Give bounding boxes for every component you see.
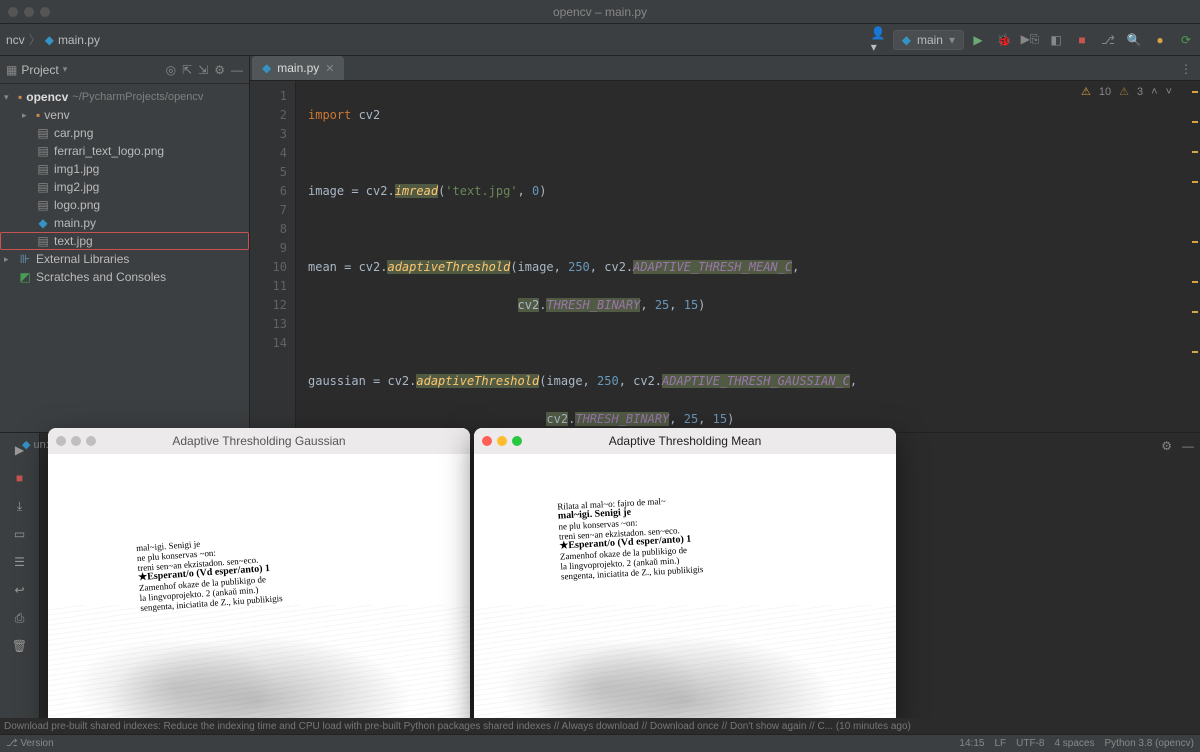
mac-traffic-lights[interactable] — [482, 436, 522, 446]
tree-file-text-jpg[interactable]: ▤ text.jpg — [0, 232, 249, 250]
tree-root[interactable]: ▾ ▪ opencv ~/PycharmProjects/opencv — [0, 88, 249, 106]
python-icon: ◆ — [22, 439, 30, 451]
python-icon: ◆ — [902, 33, 911, 47]
collapse-all-icon[interactable]: ⇱ — [182, 63, 192, 77]
cursor-position[interactable]: 14:15 — [959, 738, 984, 749]
chevron-down-icon: ▾ — [4, 92, 14, 103]
breadcrumb-file[interactable]: main.py — [58, 33, 100, 47]
vcs-icon[interactable]: ⎇ — [1100, 32, 1116, 48]
chevron-down-icon: ▾ — [949, 33, 955, 47]
print-icon[interactable]: ⎙ — [11, 609, 29, 627]
stop-icon[interactable]: ■ — [1074, 32, 1090, 48]
image-file-icon: ▤ — [36, 234, 50, 248]
hide-icon[interactable]: — — [1182, 439, 1194, 453]
run-icon[interactable]: ▶ — [970, 32, 986, 48]
settings-icon[interactable]: ⚙ — [1161, 439, 1172, 453]
output-window-mean[interactable]: Adaptive Thresholding Mean Rilata al mal… — [474, 428, 896, 728]
settings-icon[interactable]: ⚙ — [214, 63, 225, 77]
library-icon: ⊪ — [18, 252, 32, 266]
hide-icon[interactable]: — — [231, 63, 243, 77]
run-config-label: main — [917, 33, 943, 47]
indent-widget[interactable]: 4 spaces — [1054, 738, 1094, 749]
window-titlebar: opencv – main.py — [0, 0, 1200, 24]
window-title: opencv – main.py — [553, 5, 647, 19]
run-toolbar: ▶ ■ ⤓ ▭ ☰ ↩ ⎙ 🗑 — [0, 433, 40, 734]
main-toolbar: ncv 〉 ◆ main.py 👤▾ ◆ main ▾ ▶ 🐞 ▶⎘ ◧ ■ ⎇… — [0, 24, 1200, 56]
editor: ◆ main.py ✕ ⋮ ⚠ 10 ⚠ 3 ˄ ˅ 1234567 89101… — [250, 56, 1200, 432]
tree-file[interactable]: ▤ logo.png — [0, 196, 249, 214]
vcs-widget[interactable]: ⎇ Version — [6, 738, 54, 749]
add-user-icon[interactable]: 👤▾ — [871, 32, 887, 48]
run-with-coverage-icon[interactable]: ▶⎘ — [1022, 32, 1038, 48]
tree-scratches[interactable]: ◩ Scratches and Consoles — [0, 268, 249, 286]
chevron-right-icon: ▸ — [4, 254, 14, 265]
tree-file-main-py[interactable]: ◆ main.py — [0, 214, 249, 232]
scratches-icon: ◩ — [18, 270, 32, 284]
mac-traffic-lights[interactable] — [8, 7, 50, 17]
filter-icon[interactable]: ☰ — [11, 553, 29, 571]
image-file-icon: ▤ — [36, 180, 50, 194]
run-tab-label[interactable]: ◆ un: — [22, 438, 49, 451]
search-icon[interactable]: 🔍 — [1126, 32, 1142, 48]
file-encoding[interactable]: UTF-8 — [1016, 738, 1044, 749]
window-titlebar[interactable]: Adaptive Thresholding Mean — [474, 428, 896, 454]
image-file-icon: ▤ — [36, 162, 50, 176]
close-icon[interactable]: ✕ — [325, 62, 334, 75]
window-titlebar[interactable]: Adaptive Thresholding Gaussian — [48, 428, 470, 454]
output-window-gaussian[interactable]: Adaptive Thresholding Gaussian mal~igi. … — [48, 428, 470, 728]
notification-hint[interactable]: Download pre-built shared indexes: Reduc… — [0, 718, 1200, 734]
chevron-down-icon: ▾ — [63, 64, 68, 75]
editor-tabs: ◆ main.py ✕ ⋮ — [250, 56, 1200, 81]
interpreter-widget[interactable]: Python 3.8 (opencv) — [1105, 738, 1195, 749]
settings-sync-icon[interactable]: ⟳ — [1178, 32, 1194, 48]
ide-updates-icon[interactable]: ● — [1152, 32, 1168, 48]
tree-dir-venv[interactable]: ▸ ▪ venv — [0, 106, 249, 124]
editor-tab-main-py[interactable]: ◆ main.py ✕ — [252, 56, 344, 80]
breadcrumb[interactable]: ncv 〉 ◆ main.py — [6, 31, 100, 48]
tree-external-libraries[interactable]: ▸ ⊪ External Libraries — [0, 250, 249, 268]
project-tool-window: ▦ Project ▾ ◎ ⇱ ⇲ ⚙ — ▾ ▪ opencv ~/Pycha… — [0, 56, 250, 432]
project-tool-icon: ▦ — [6, 63, 17, 77]
python-file-icon: ◆ — [262, 61, 271, 75]
tree-file[interactable]: ▤ car.png — [0, 124, 249, 142]
folder-icon: ▪ — [36, 108, 40, 122]
tree-file[interactable]: ▤ ferrari_text_logo.png — [0, 142, 249, 160]
run-configuration-selector[interactable]: ◆ main ▾ — [893, 30, 964, 50]
image-file-icon: ▤ — [36, 144, 50, 158]
chevron-right-icon: ▸ — [22, 110, 32, 121]
line-separator[interactable]: LF — [994, 738, 1006, 749]
image-file-icon: ▤ — [36, 198, 50, 212]
project-view-title[interactable]: ▦ Project ▾ — [6, 63, 160, 77]
step-icon[interactable]: ⤓ — [11, 497, 29, 515]
tree-file[interactable]: ▤ img1.jpg — [0, 160, 249, 178]
python-file-icon: ◆ — [45, 33, 54, 47]
image-output: mal~igi. Senigi je ne plu konservas ~on:… — [48, 454, 470, 728]
debug-icon[interactable]: 🐞 — [996, 32, 1012, 48]
image-file-icon: ▤ — [36, 126, 50, 140]
tree-file[interactable]: ▤ img2.jpg — [0, 178, 249, 196]
more-icon[interactable]: ⋮ — [1172, 58, 1200, 80]
stop-icon[interactable]: ■ — [11, 469, 29, 487]
breadcrumb-separator: 〉 — [29, 31, 41, 48]
breadcrumb-project[interactable]: ncv — [6, 33, 25, 47]
python-file-icon: ◆ — [36, 216, 50, 230]
project-tree[interactable]: ▾ ▪ opencv ~/PycharmProjects/opencv ▸ ▪ … — [0, 84, 249, 290]
profile-icon[interactable]: ◧ — [1048, 32, 1064, 48]
status-bar: ⎇ Version 14:15 LF UTF-8 4 spaces Python… — [0, 734, 1200, 752]
folder-icon: ▪ — [18, 90, 22, 104]
expand-all-icon[interactable]: ⇲ — [198, 63, 208, 77]
mac-traffic-lights[interactable] — [56, 436, 96, 446]
soft-wrap-icon[interactable]: ↩ — [11, 581, 29, 599]
layout-icon[interactable]: ▭ — [11, 525, 29, 543]
trash-icon[interactable]: 🗑 — [11, 637, 29, 655]
image-output: Rilata al mal~o: fajro de mal~ mal~igi. … — [474, 454, 896, 728]
target-icon[interactable]: ◎ — [166, 63, 176, 77]
